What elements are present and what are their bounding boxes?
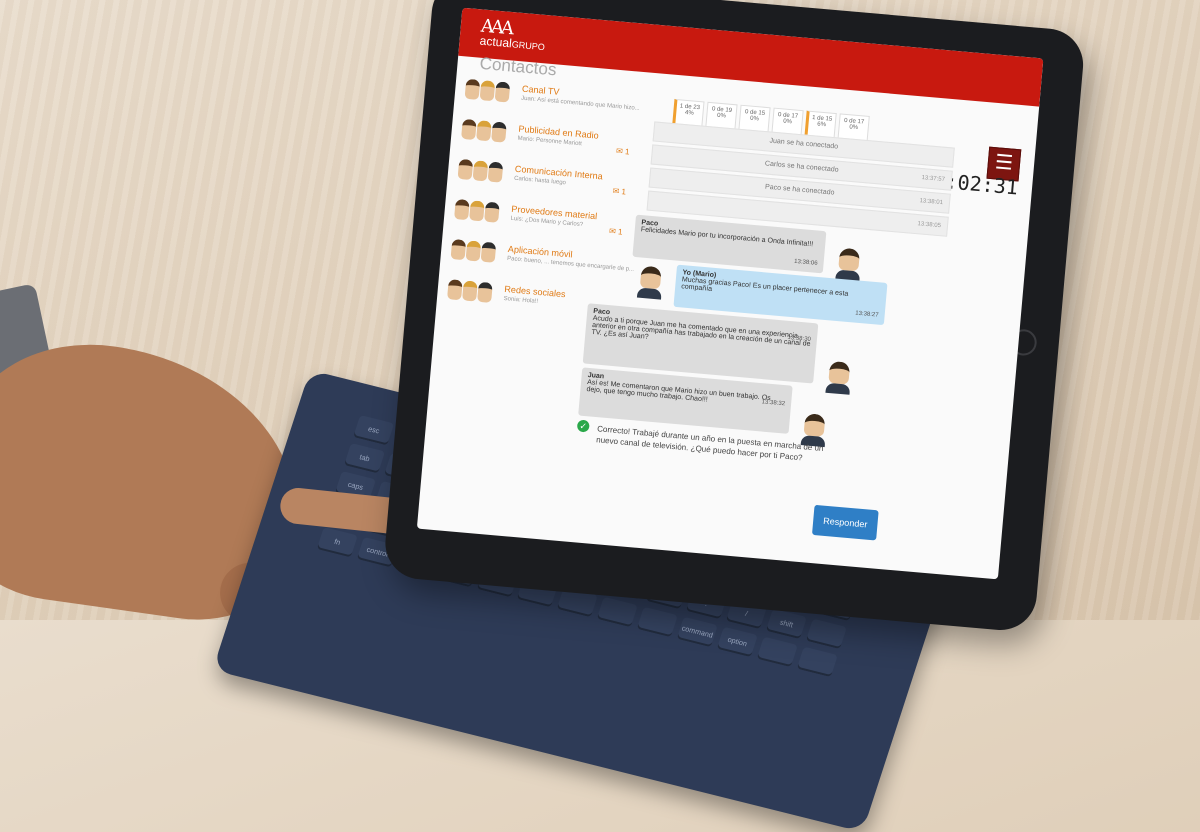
unread-badge: ✉ 1 — [608, 226, 623, 237]
brand-name: actualGRUPO — [479, 33, 546, 53]
keyboard-key[interactable]: shift — [765, 608, 807, 640]
avatar — [838, 247, 861, 272]
group-avatars — [454, 198, 501, 223]
reply-button[interactable]: Responder — [811, 504, 879, 541]
keyboard-key[interactable] — [805, 618, 847, 650]
contact-preview: Juan: Así está comentando que Mario hizo… — [520, 95, 640, 112]
brand-logo: AAA actualGRUPO — [479, 15, 547, 53]
reply-input[interactable]: Correcto! Trabajé durante un año en la p… — [596, 423, 828, 465]
unread-badge: ✉ 1 — [615, 146, 630, 157]
unread-badge: ✉ 1 — [612, 186, 627, 197]
check-icon: ✓ — [576, 419, 590, 433]
tablet: AAA actualGRUPO Contactos 1 de 23 4% 0 de … — [382, 0, 1087, 633]
avatar — [639, 265, 662, 290]
avatar — [828, 360, 851, 385]
group-avatars — [450, 238, 498, 263]
contact-preview: Sonia: Hola!! — [503, 295, 539, 305]
group-avatars — [447, 279, 494, 303]
tablet-screen: AAA actualGRUPO Contactos 1 de 23 4% 0 de … — [416, 7, 1044, 580]
keyboard-key[interactable]: command — [676, 616, 718, 648]
keyboard-key[interactable]: option — [716, 626, 758, 658]
contact-name: Canal TV — [521, 83, 560, 97]
keyboard-key[interactable] — [596, 596, 638, 628]
group-avatars — [461, 118, 508, 143]
keyboard-key[interactable] — [796, 646, 838, 678]
keyboard-key[interactable]: tab — [344, 442, 386, 474]
contact-list: Canal TV Juan: Así está comentando que Ma… — [445, 78, 640, 334]
keyboard-key[interactable] — [636, 606, 678, 638]
group-avatars — [464, 78, 512, 103]
group-avatars — [457, 158, 505, 183]
keyboard-key[interactable] — [756, 636, 798, 668]
keyboard-key[interactable]: esc — [353, 414, 395, 446]
keyboard-key[interactable]: fn — [316, 526, 358, 558]
avatar — [803, 413, 826, 437]
